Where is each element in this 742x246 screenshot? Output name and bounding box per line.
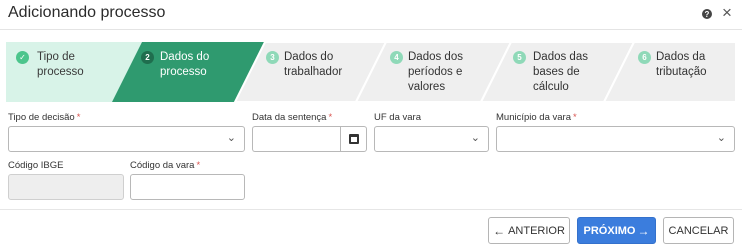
step-label: Dados do processo	[160, 51, 210, 78]
step-label: Dados do trabalhador	[284, 51, 343, 78]
step-label: Dados dos períodos e valores	[408, 51, 463, 93]
step-dados-do-processo[interactable]: 2 Dados do processo	[135, 42, 245, 102]
data-sentenca-label: Data da sentença *	[252, 112, 333, 123]
required-marker: *	[328, 112, 333, 123]
wizard-stepper: ✓ Tipo de processo 2 Dados do processo 3…	[0, 42, 742, 102]
anterior-button[interactable]: ← ANTERIOR	[488, 217, 570, 244]
proximo-button[interactable]: PRÓXIMO →	[577, 217, 656, 244]
step-dados-da-tributacao[interactable]: 6 Dados da tributação	[632, 42, 736, 102]
municipio-vara-label: Município da vara *	[496, 112, 577, 123]
codigo-ibge-label: Código IBGE	[8, 160, 64, 171]
step-dados-das-bases[interactable]: 5 Dados das bases de cálculo	[509, 42, 619, 102]
municipio-vara-select[interactable]: ⌄	[496, 126, 735, 152]
proximo-label: PRÓXIMO	[583, 224, 636, 237]
data-sentenca-field	[252, 126, 367, 152]
required-marker: *	[196, 160, 201, 171]
anterior-label: ANTERIOR	[508, 224, 565, 237]
footer-divider	[0, 209, 742, 210]
date-picker-button[interactable]	[340, 126, 367, 152]
help-icon[interactable]: ?	[702, 9, 712, 19]
required-marker: *	[572, 112, 577, 123]
dialog-title: Adicionando processo	[8, 4, 166, 21]
step-number: 6	[638, 51, 651, 64]
required-marker: *	[76, 112, 81, 123]
step-dados-do-trabalhador[interactable]: 3 Dados do trabalhador	[260, 42, 370, 102]
step-tipo-de-processo[interactable]: ✓ Tipo de processo	[6, 42, 126, 102]
tipo-decisao-select[interactable]: ⌄	[8, 126, 245, 152]
dialog-header: Adicionando processo ? ×	[0, 0, 742, 30]
cancelar-label: CANCELAR	[668, 224, 729, 237]
step-label: Dados das bases de cálculo	[533, 51, 588, 93]
step-label: Tipo de processo	[37, 51, 84, 78]
step-number: 3	[266, 51, 279, 64]
tipo-decisao-label: Tipo de decisão *	[8, 112, 81, 123]
calendar-icon	[349, 134, 359, 144]
cancelar-button[interactable]: CANCELAR	[663, 217, 734, 244]
step-number: 4	[390, 51, 403, 64]
chevron-down-icon: ⌄	[716, 132, 726, 144]
step-number: 5	[513, 51, 526, 64]
codigo-ibge-input	[8, 174, 124, 200]
codigo-vara-input[interactable]	[130, 174, 245, 200]
uf-vara-label: UF da vara	[374, 112, 421, 123]
arrow-right-icon: →	[637, 223, 650, 238]
step-dados-dos-periodos[interactable]: 4 Dados dos períodos e valores	[384, 42, 494, 102]
chevron-down-icon: ⌄	[470, 132, 480, 144]
check-icon: ✓	[16, 51, 29, 64]
data-sentenca-input[interactable]	[252, 126, 340, 152]
codigo-vara-label: Código da vara *	[130, 160, 201, 171]
arrow-left-icon: ←	[493, 223, 506, 238]
header-divider	[0, 29, 742, 30]
step-number: 2	[141, 51, 154, 64]
uf-vara-select[interactable]: ⌄	[374, 126, 489, 152]
close-icon[interactable]: ×	[722, 3, 732, 23]
chevron-down-icon: ⌄	[226, 132, 236, 144]
step-label: Dados da tributação	[656, 51, 707, 78]
